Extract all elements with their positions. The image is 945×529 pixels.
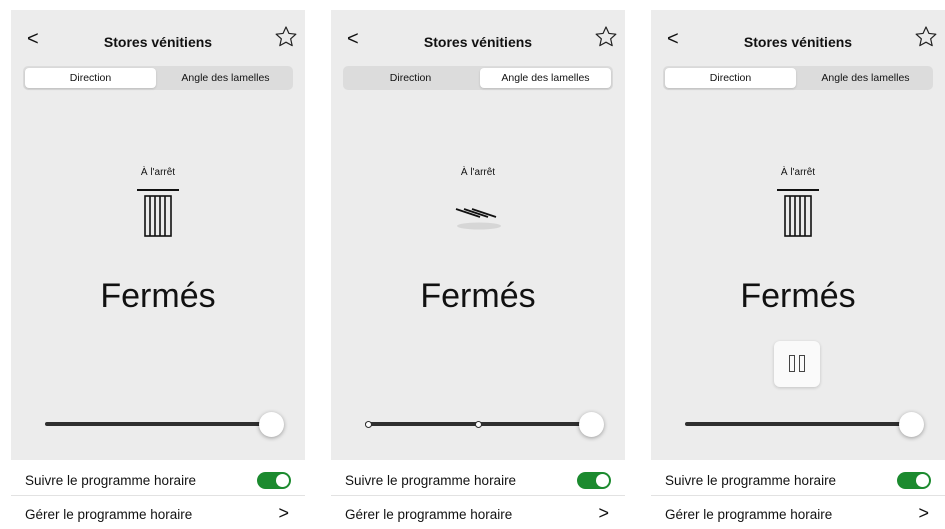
follow-schedule-row: Suivre le programme horaire xyxy=(651,463,945,496)
screen-slat-angle: < Stores vénitiens Direction Angle des l… xyxy=(331,10,625,526)
tab-direction[interactable]: Direction xyxy=(25,68,156,88)
pause-button[interactable] xyxy=(774,341,820,387)
closed-blind-icon xyxy=(137,189,179,237)
status-text: À l'arrêt xyxy=(140,167,176,178)
status-text: À l'arrêt xyxy=(780,167,816,178)
position-slider-track[interactable] xyxy=(685,422,912,426)
position-slider-knob[interactable] xyxy=(259,412,284,437)
tab-direction[interactable]: Direction xyxy=(665,68,796,88)
screen-direction-moving: < Stores vénitiens Direction Angle des l… xyxy=(651,10,945,526)
toggle-knob xyxy=(276,474,289,487)
header: < Stores vénitiens xyxy=(11,26,305,58)
follow-schedule-label: Suivre le programme horaire xyxy=(345,473,517,488)
follow-schedule-label: Suivre le programme horaire xyxy=(665,473,837,488)
tab-direction[interactable]: Direction xyxy=(345,68,476,88)
favorite-star-icon[interactable] xyxy=(593,24,619,50)
page-title: Stores vénitiens xyxy=(743,34,853,50)
manage-schedule-row[interactable]: Gérer le programme horaire > xyxy=(11,497,305,529)
control-panel: < Stores vénitiens Direction Angle des l… xyxy=(651,10,945,460)
page-title: Stores vénitiens xyxy=(103,34,213,50)
status-text: À l'arrêt xyxy=(460,167,496,178)
follow-schedule-row: Suivre le programme horaire xyxy=(11,463,305,496)
toggle-knob xyxy=(916,474,929,487)
chevron-right-icon: > xyxy=(278,503,289,523)
follow-schedule-toggle[interactable] xyxy=(257,472,291,489)
screen-direction: < Stores vénitiens Direction Angle des l… xyxy=(11,10,305,526)
pause-icon xyxy=(799,355,805,372)
position-slider-knob[interactable] xyxy=(899,412,924,437)
manage-schedule-label: Gérer le programme horaire xyxy=(665,507,833,522)
segmented-control: Direction Angle des lamelles xyxy=(343,66,613,90)
favorite-star-icon[interactable] xyxy=(913,24,939,50)
tab-slat-angle[interactable]: Angle des lamelles xyxy=(800,68,931,88)
tab-slat-angle[interactable]: Angle des lamelles xyxy=(160,68,291,88)
tab-slat-angle[interactable]: Angle des lamelles xyxy=(480,68,611,88)
page-title: Stores vénitiens xyxy=(423,34,533,50)
slider-tick-start xyxy=(365,420,372,428)
header: < Stores vénitiens xyxy=(651,26,945,58)
favorite-star-icon[interactable] xyxy=(273,24,299,50)
manage-schedule-label: Gérer le programme horaire xyxy=(25,507,193,522)
segmented-control: Direction Angle des lamelles xyxy=(663,66,933,90)
pause-icon xyxy=(789,355,795,372)
blind-state-label: Fermés xyxy=(100,277,216,315)
manage-schedule-label: Gérer le programme horaire xyxy=(345,507,513,522)
chevron-right-icon: > xyxy=(918,503,929,523)
toggle-knob xyxy=(596,474,609,487)
chevron-right-icon: > xyxy=(598,503,609,523)
position-slider-track[interactable] xyxy=(45,422,272,426)
closed-blind-icon xyxy=(777,189,819,237)
angle-slider-knob[interactable] xyxy=(579,412,604,437)
follow-schedule-row: Suivre le programme horaire xyxy=(331,463,625,496)
follow-schedule-label: Suivre le programme horaire xyxy=(25,473,197,488)
header: < Stores vénitiens xyxy=(331,26,625,58)
slat-angle-icon xyxy=(455,208,501,230)
slider-tick-middle xyxy=(475,420,482,428)
manage-schedule-row[interactable]: Gérer le programme horaire > xyxy=(651,497,945,529)
blind-state-label: Fermés xyxy=(420,277,536,315)
manage-schedule-row[interactable]: Gérer le programme horaire > xyxy=(331,497,625,529)
control-panel: < Stores vénitiens Direction Angle des l… xyxy=(11,10,305,460)
segmented-control: Direction Angle des lamelles xyxy=(23,66,293,90)
follow-schedule-toggle[interactable] xyxy=(897,472,931,489)
angle-slider-track[interactable] xyxy=(365,420,592,428)
control-panel: < Stores vénitiens Direction Angle des l… xyxy=(331,10,625,460)
follow-schedule-toggle[interactable] xyxy=(577,472,611,489)
blind-state-label: Fermés xyxy=(740,277,856,315)
